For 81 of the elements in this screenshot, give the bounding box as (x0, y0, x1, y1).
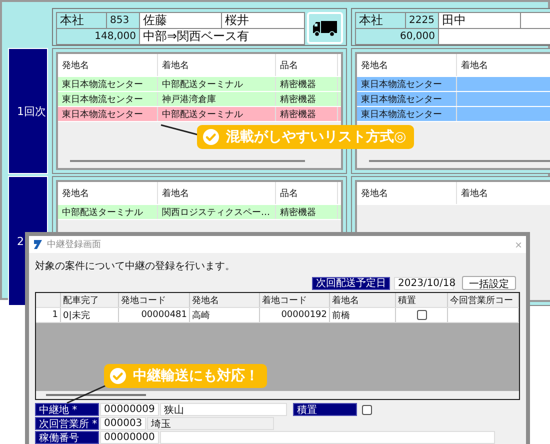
list-row[interactable]: 東日本物流センター (357, 77, 550, 92)
table-cell: 00000481 (119, 308, 190, 322)
checkbox[interactable] (362, 404, 372, 414)
field-label: 積置 (292, 403, 357, 416)
field-label: 稼働番号 (35, 431, 99, 444)
truck-button[interactable] (307, 12, 343, 44)
scrollbar[interactable] (369, 160, 550, 162)
list-row[interactable]: 東日本物流センター 中部配送ターミナル 精密機器 (58, 77, 341, 92)
list-cell: 東日本物流センター (357, 107, 457, 121)
column-header: 配車完了 (61, 293, 119, 308)
scrollbar[interactable] (46, 394, 146, 396)
amount-cell: 148,000 (56, 28, 140, 45)
bulk-set-button[interactable]: 一括設定 (462, 276, 516, 290)
assistant-cell: 桜井 (221, 12, 305, 29)
column-header: 発地名 (58, 182, 158, 204)
truck-icon (312, 19, 338, 37)
code-field[interactable]: 00000009 (100, 403, 159, 416)
list-cell: 東日本物流センター (58, 77, 158, 91)
route-cell: 中部⇒関西ベース有 (139, 28, 305, 45)
column-header: 品名 (276, 182, 338, 204)
column-header: 着地名 (457, 54, 550, 76)
date-field[interactable]: 2023/10/18 (394, 276, 454, 290)
list-cell: 神戸港湾倉庫 (158, 92, 276, 106)
check-icon (109, 367, 127, 385)
callout-text: 混載がしやすいリスト方式◎ (226, 128, 406, 146)
column-header: 積置 (396, 293, 448, 308)
list-cell: 東日本物流センター (58, 107, 158, 121)
name-field[interactable]: 埼玉 (147, 417, 274, 430)
amount-cell: 60,000 (355, 28, 439, 45)
checkbox[interactable] (416, 310, 426, 320)
list-cell: 精密機器 (276, 205, 338, 219)
column-header: 品名 (276, 54, 338, 76)
list-cell: 東日本物流センター (357, 77, 457, 91)
list-row[interactable]: 東日本物流センター (357, 92, 550, 107)
column-header: 着地名 (158, 54, 276, 76)
list-cell: 中部配送ターミナル (58, 205, 158, 219)
list-cell: 精密機器 (276, 92, 338, 106)
table-cell: 高崎 (190, 308, 260, 322)
office-cell: 本社 (56, 12, 107, 29)
check-icon (202, 128, 220, 146)
app-logo-icon (33, 239, 43, 250)
table-cell: 前橋 (330, 308, 396, 322)
list-cell: 中部配送ターミナル (158, 77, 276, 91)
list-row[interactable]: 東日本物流センター (357, 107, 550, 122)
column-header: 発地コード (119, 293, 190, 308)
list-cell: 関西ロジスティクスペー… (158, 205, 276, 219)
column-header: 着地コード (260, 293, 330, 308)
scrollbar[interactable] (70, 160, 305, 162)
column-header: 発地名 (190, 293, 260, 308)
leader-line (160, 124, 200, 136)
column-header: 着地名 (457, 182, 550, 204)
name-field[interactable]: 狭山 (160, 403, 287, 416)
column-header: 発地名 (58, 54, 158, 76)
office-cell: 本社 (355, 12, 406, 29)
column-header: 発地名 (357, 182, 457, 204)
input-field[interactable] (160, 431, 495, 444)
list-row[interactable]: 中部配送ターミナル 関西ロジスティクスペー… 精密機器 (58, 205, 341, 220)
code-field[interactable]: 000003 (100, 417, 146, 430)
dialog-title: 中継登録画面 (47, 238, 102, 252)
table-cell: 0|未完 (61, 308, 119, 322)
field-label: 次回営業所 * (35, 417, 99, 430)
list-cell: 東日本物流センター (58, 92, 158, 106)
code-field[interactable]: 00000000 (100, 431, 159, 444)
column-header: 着地名 (158, 182, 276, 204)
list-cell: 東日本物流センター (357, 92, 457, 106)
driver-cell: 田中 (438, 12, 521, 29)
list-cell: 中部配送ターミナル (158, 107, 276, 121)
list-cell: 精密機器 (276, 77, 338, 91)
row-number: 1 (36, 308, 61, 322)
round-label: 1回次 (8, 48, 48, 174)
field-label: 次回配送予定日 (312, 276, 390, 290)
driver-cell: 佐藤 (139, 12, 222, 29)
column-header: 着地名 (330, 293, 396, 308)
field-label: 中継地 * (35, 403, 99, 416)
table-cell: 00000192 (260, 308, 330, 322)
column-header: 発地名 (357, 54, 457, 76)
list-row[interactable]: 東日本物流センター 神戸港湾倉庫 精密機器 (58, 92, 341, 107)
callout-text: 中継輸送にも対応！ (133, 367, 259, 385)
list-row[interactable]: 東日本物流センター 中部配送ターミナル 精密機器 (58, 107, 341, 122)
column-header: 今回営業所コー (448, 293, 519, 308)
list-cell: 精密機器 (276, 107, 338, 121)
